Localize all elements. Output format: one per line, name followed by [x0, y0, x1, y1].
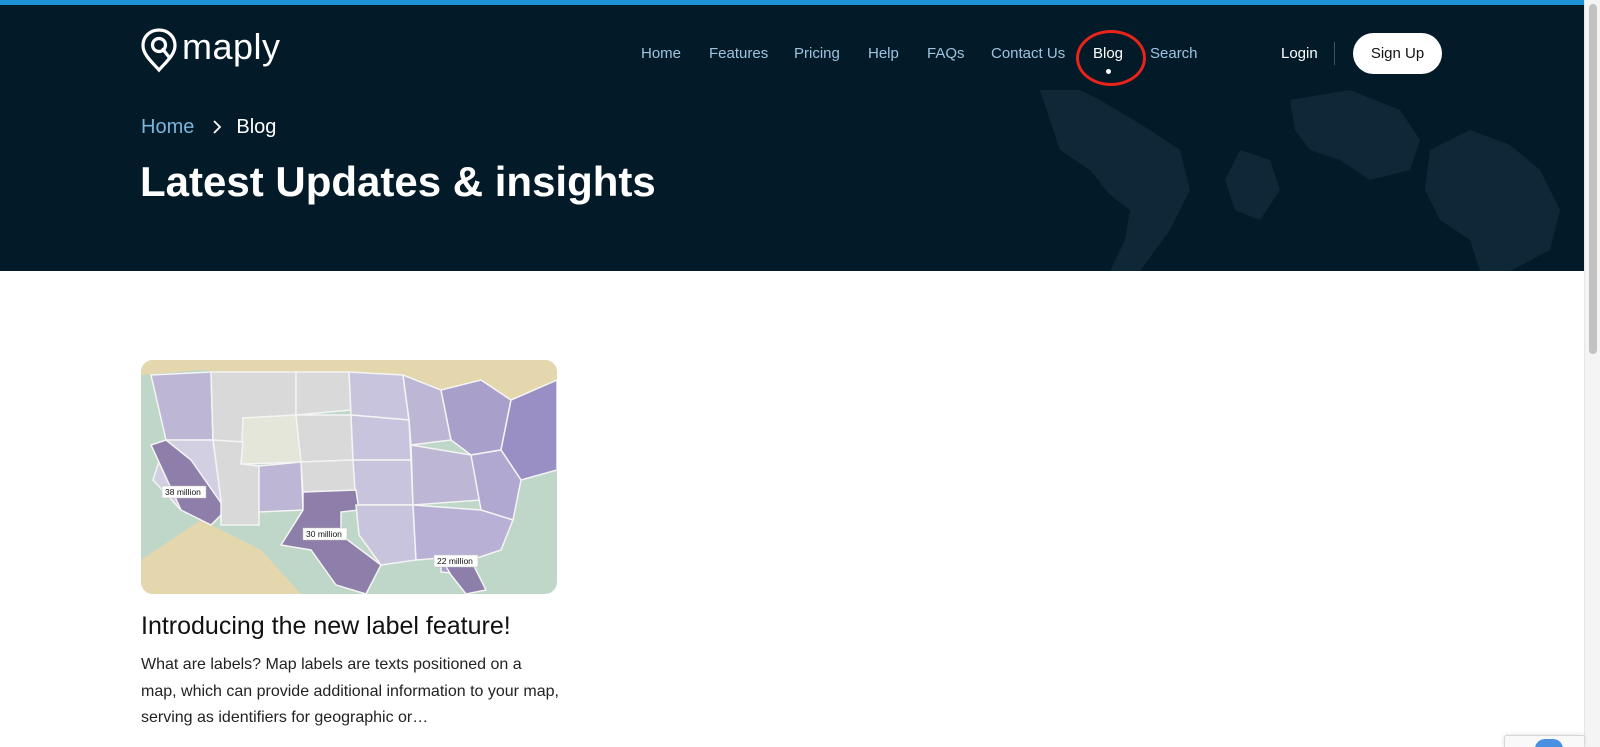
nav-search[interactable]: Search: [1150, 41, 1198, 67]
post-title[interactable]: Introducing the new label feature!: [141, 608, 557, 644]
recaptcha-badge[interactable]: [1504, 735, 1584, 747]
page-scrollbar[interactable]: [1584, 0, 1600, 747]
page-title: Latest Updates & insights: [140, 158, 656, 205]
sign-up-button[interactable]: Sign Up: [1353, 33, 1442, 74]
world-map-decoration: [1040, 90, 1560, 271]
map-label-california: 38 million: [165, 487, 201, 497]
nav-contact-us[interactable]: Contact Us: [991, 41, 1065, 67]
nav-features[interactable]: Features: [709, 41, 768, 67]
breadcrumb-home[interactable]: Home: [141, 113, 194, 141]
blog-post-card[interactable]: 38 million 30 million 22 million Introdu…: [141, 360, 559, 732]
annotation-circle: [1076, 30, 1146, 86]
nav-divider: [1334, 42, 1335, 65]
map-label-florida: 22 million: [437, 556, 473, 566]
nav-pricing[interactable]: Pricing: [794, 41, 840, 67]
post-excerpt: What are labels? Map labels are texts po…: [141, 656, 559, 726]
nav-help[interactable]: Help: [868, 41, 899, 67]
recaptcha-icon: [1535, 739, 1563, 747]
hero-header: maply Home Features Pricing Help FAQs Co…: [0, 5, 1584, 271]
nav-home[interactable]: Home: [641, 41, 681, 67]
scrollbar-thumb[interactable]: [1589, 4, 1597, 354]
main-nav: Home Features Pricing Help FAQs Contact …: [0, 41, 1584, 67]
login-link[interactable]: Login: [1281, 41, 1318, 67]
map-label-texas: 30 million: [306, 529, 342, 539]
breadcrumb: Home Blog: [141, 113, 276, 141]
chevron-right-icon: [213, 120, 222, 134]
breadcrumb-current: Blog: [236, 116, 277, 138]
nav-faqs[interactable]: FAQs: [927, 41, 965, 67]
post-thumbnail-us-map[interactable]: 38 million 30 million 22 million: [141, 360, 557, 594]
